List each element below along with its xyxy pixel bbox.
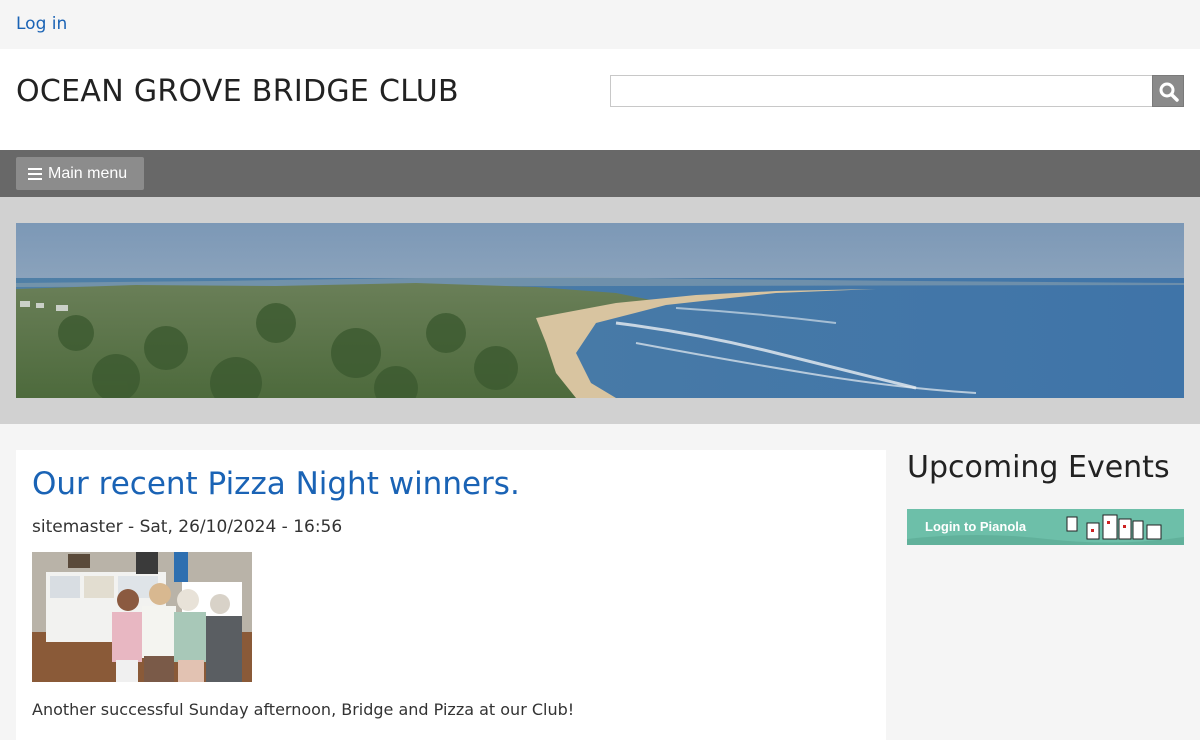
- site-header: OCEAN GROVE BRIDGE CLUB: [0, 49, 1200, 150]
- pianola-login-banner[interactable]: Login to Pianola: [907, 509, 1184, 545]
- article-byline: sitemaster - Sat, 26/10/2024 - 16:56: [32, 517, 343, 537]
- site-title[interactable]: OCEAN GROVE BRIDGE CLUB: [16, 74, 459, 109]
- search-button[interactable]: [1152, 75, 1184, 107]
- main-navbar: Main menu: [0, 150, 1200, 197]
- login-link[interactable]: Log in: [16, 14, 67, 34]
- top-bar: Log in: [0, 0, 1200, 49]
- coastline-banner-image: [16, 223, 1184, 398]
- article-title-link[interactable]: Our recent Pizza Night winners.: [32, 466, 520, 502]
- search-input[interactable]: [610, 75, 1153, 107]
- main-menu-button[interactable]: Main menu: [16, 157, 144, 190]
- article-body: Another successful Sunday afternoon, Bri…: [32, 700, 575, 719]
- winners-photo[interactable]: [32, 552, 252, 682]
- article-card: Our recent Pizza Night winners. sitemast…: [16, 450, 886, 740]
- pianola-houses-icon: [907, 514, 1184, 545]
- search-icon: [1159, 82, 1179, 102]
- main-menu-label: Main menu: [48, 164, 128, 182]
- upcoming-events-heading: Upcoming Events: [907, 450, 1170, 485]
- hamburger-icon: [28, 167, 42, 180]
- banner-region: [0, 197, 1200, 424]
